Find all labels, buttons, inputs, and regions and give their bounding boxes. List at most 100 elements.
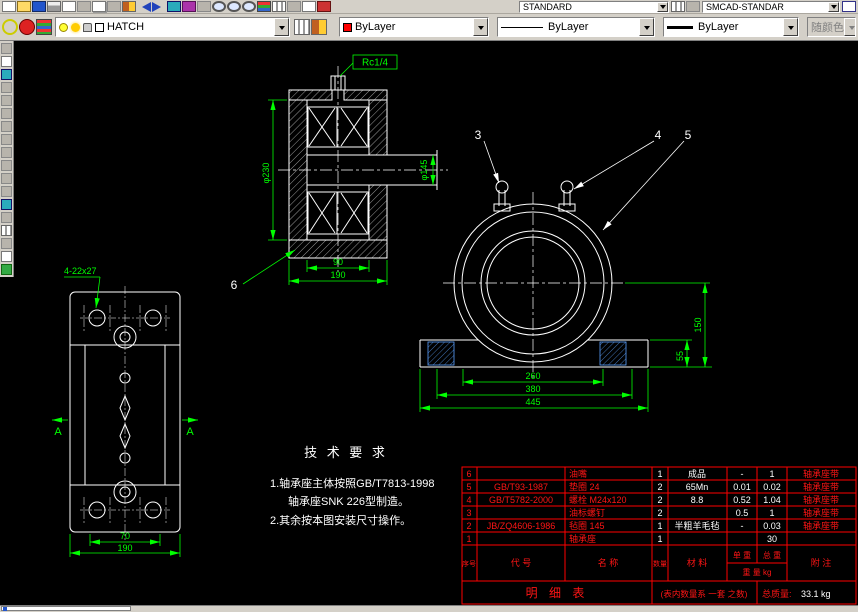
bom-header-material: 材 料	[687, 557, 708, 568]
front-view: 3 4 5 55 150 260 380 445	[419, 128, 712, 412]
mtext-icon[interactable]	[1, 251, 12, 262]
line-icon[interactable]	[1, 69, 12, 80]
cut-icon[interactable]	[77, 1, 91, 12]
settings-icon[interactable]	[686, 1, 700, 12]
new-icon[interactable]	[2, 1, 16, 12]
dim-style-combo[interactable]: STANDARD	[519, 0, 669, 13]
section-bore-dim: φ230	[261, 163, 271, 184]
bom-header-name: 名 称	[598, 557, 619, 568]
linetype-combo-arrow-icon[interactable]	[639, 18, 654, 36]
toolbar2-left-icons	[2, 19, 52, 35]
color-combo-arrow-icon[interactable]	[473, 18, 488, 36]
callout-6: 6	[231, 278, 238, 292]
zoom-realtime-icon[interactable]	[212, 1, 226, 12]
bom-cell-qty: 2	[657, 482, 662, 492]
bom-cell-total: 1	[769, 469, 774, 479]
command-line-strip[interactable]	[0, 605, 858, 612]
bom-cell-unit: 0.5	[736, 508, 749, 518]
drawing-canvas[interactable]: Rc1/4 φ230 φ145 90 190 6 A A 4-22x27 70 …	[0, 41, 858, 605]
bom-cell-total: 0.03	[763, 521, 781, 531]
rectangle-icon[interactable]	[1, 121, 12, 132]
construction-line-icon[interactable]	[1, 82, 12, 93]
bom-cell-no: 3	[466, 508, 471, 518]
bom-footer-note: (表内数量系 一套 之数)	[661, 589, 748, 599]
lineweight-combo[interactable]: ByLayer	[663, 17, 799, 37]
bom-cell-name: 油标螺钉	[569, 507, 605, 518]
layer-freeze-sun-icon[interactable]	[71, 22, 80, 32]
dimension-icon[interactable]	[1, 264, 12, 275]
undo-icon[interactable]	[137, 1, 151, 12]
ellipse-icon[interactable]	[1, 186, 12, 197]
help-icon[interactable]	[842, 1, 856, 12]
object-snap-icon[interactable]	[182, 1, 196, 12]
toolbar-standard: STANDARD SMCAD-STANDAR	[0, 0, 858, 14]
bom-cell-unit: 0.01	[733, 482, 751, 492]
pan-icon[interactable]	[197, 1, 211, 12]
color-ring-icon[interactable]	[2, 19, 18, 35]
lineweight-sample-icon	[667, 25, 693, 29]
bom-cell-unit: 0.52	[733, 495, 751, 505]
script-icon[interactable]	[302, 1, 316, 12]
properties-icon[interactable]	[272, 1, 286, 12]
match-properties-icon[interactable]	[122, 1, 136, 12]
polygon-icon[interactable]	[1, 108, 12, 119]
bom-footer-title: 明 细 表	[526, 586, 589, 600]
model-space[interactable]: Rc1/4 φ230 φ145 90 190 6 A A 4-22x27 70 …	[0, 41, 858, 605]
text-style-combo[interactable]: SMCAD-STANDAR	[702, 0, 840, 13]
paste-icon[interactable]	[107, 1, 121, 12]
style-manager-icon[interactable]	[671, 1, 685, 12]
section-letter-a-left: A	[54, 426, 62, 438]
layer-manager-icon[interactable]	[36, 19, 52, 35]
insert-block-icon[interactable]	[167, 1, 181, 12]
layer-on-bulb-icon[interactable]	[59, 22, 68, 32]
layer-color-swatch-icon[interactable]	[95, 22, 104, 32]
point-icon[interactable]	[1, 212, 12, 223]
toolbox-icon[interactable]	[317, 1, 331, 12]
toolbar1-mid-icons	[671, 1, 700, 12]
redo-icon[interactable]	[152, 1, 166, 12]
drawing-ball-icon[interactable]	[19, 19, 35, 35]
zoom-window-icon[interactable]	[227, 1, 241, 12]
save-icon[interactable]	[32, 1, 46, 12]
zoom-previous-icon[interactable]	[242, 1, 256, 12]
layers-icon[interactable]	[257, 1, 271, 12]
bom-cell-code: GB/T5782-2000	[489, 495, 553, 505]
circle-icon[interactable]	[1, 147, 12, 158]
polyline-icon[interactable]	[1, 95, 12, 106]
make-object-layer-icon[interactable]	[311, 19, 327, 35]
section-width-inner-dim: 90	[333, 257, 343, 267]
lineweight-combo-arrow-icon[interactable]	[783, 18, 798, 36]
hatch-icon[interactable]	[1, 225, 12, 236]
layer-combo-arrow-icon[interactable]	[274, 18, 289, 36]
region-icon[interactable]	[1, 238, 12, 249]
layer-combo[interactable]: HATCH	[55, 17, 290, 37]
dim-style-value: STANDARD	[523, 1, 572, 12]
quick-select-icon[interactable]	[1, 56, 12, 67]
dim-style-combo-arrow-icon[interactable]	[657, 1, 668, 12]
layer-states-icon[interactable]	[294, 19, 310, 35]
bom-header-no: 序号	[462, 559, 476, 568]
revision-cloud-icon[interactable]	[1, 160, 12, 171]
plot-icon[interactable]	[47, 1, 61, 12]
distance-icon[interactable]	[287, 1, 301, 12]
bom-row: 6 油嘴 1 成品 - 1 轴承座带	[466, 468, 839, 479]
layer-lock-icon[interactable]	[83, 22, 92, 32]
plot-preview-icon[interactable]	[62, 1, 76, 12]
bom-cell-qty: 1	[657, 469, 662, 479]
bom-cell-no: 6	[466, 469, 471, 479]
callout-5: 5	[685, 128, 692, 142]
draw-toolbar-vertical	[0, 41, 14, 277]
text-style-combo-arrow-icon[interactable]	[828, 1, 839, 12]
arc-icon[interactable]	[1, 134, 12, 145]
spline-icon[interactable]	[1, 173, 12, 184]
copy-icon[interactable]	[92, 1, 106, 12]
color-combo[interactable]: ByLayer	[339, 17, 489, 37]
layer-combo-value: HATCH	[107, 21, 145, 33]
select-icon[interactable]	[1, 43, 12, 54]
open-icon[interactable]	[17, 1, 31, 12]
toolbar-object-properties: HATCH ByLayer ByLayer ByLayer 随颜色	[0, 14, 858, 41]
linetype-combo[interactable]: ByLayer	[497, 17, 655, 37]
block-icon[interactable]	[1, 199, 12, 210]
bom-cell-name: 油嘴	[569, 468, 587, 479]
plan-inner-dim: 70	[120, 531, 130, 541]
